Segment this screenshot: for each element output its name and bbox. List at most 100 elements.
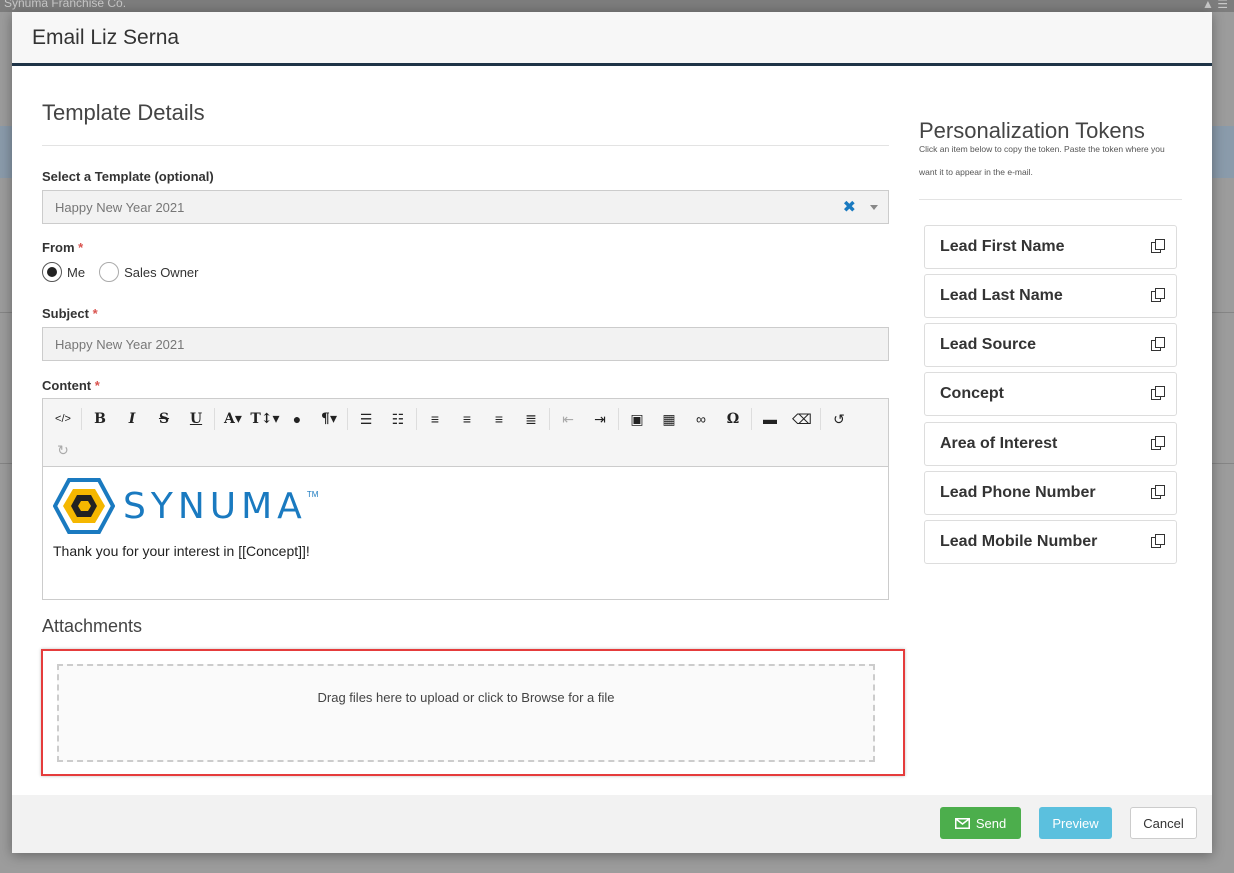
undo-icon[interactable]: ↺: [823, 405, 855, 433]
copy-icon: [1151, 485, 1165, 499]
send-button[interactable]: Send: [940, 807, 1021, 839]
template-select-value: Happy New Year 2021: [55, 199, 185, 215]
toolbar-separator: [549, 408, 550, 430]
special-characters-icon[interactable]: Ω: [717, 405, 749, 433]
from-me-label[interactable]: Me: [67, 265, 85, 280]
background-topbar: Synuma Franchise Co. ▲ ☰: [0, 0, 1234, 12]
modal-header: Email Liz Serna: [12, 12, 1212, 66]
logo-trademark: TM: [306, 489, 319, 499]
chevron-down-icon[interactable]: [870, 205, 878, 210]
italic-icon[interactable]: I: [116, 405, 148, 433]
underline-icon[interactable]: U: [180, 405, 212, 433]
required-marker: *: [92, 306, 98, 321]
insert-table-icon[interactable]: ▦: [653, 405, 685, 433]
strikethrough-icon[interactable]: S: [148, 405, 180, 433]
logo-wordmark: SYNUMA: [123, 485, 307, 527]
required-marker: *: [78, 240, 84, 255]
insert-link-icon[interactable]: ∞: [685, 405, 717, 433]
token-lead-source[interactable]: Lead Source: [924, 323, 1177, 367]
copy-icon: [1151, 337, 1165, 351]
editor-toolbar: </> B I S U A▾ T↕▾ ● ¶▾ ☰ ☷ ≡ ≡ ≡ ≣ ⇤ ⇥ …: [43, 399, 888, 467]
copy-icon: [1151, 386, 1165, 400]
modal-title: Email Liz Serna: [32, 25, 180, 49]
editor-content-area[interactable]: SYNUMA TM Thank you for your interest in …: [43, 467, 888, 599]
divider: [42, 145, 889, 146]
toolbar-separator: [820, 408, 821, 430]
copy-icon: [1151, 288, 1165, 302]
bold-icon[interactable]: B: [84, 405, 116, 433]
attachments-title: Attachments: [42, 616, 143, 636]
file-dropzone[interactable]: Drag files here to upload or click to Br…: [57, 664, 875, 762]
from-me-radio[interactable]: [42, 262, 62, 282]
token-label: Lead Source: [940, 336, 1037, 353]
cancel-button[interactable]: Cancel: [1130, 807, 1197, 839]
email-modal: Email Liz Serna Template Details Select …: [12, 12, 1212, 853]
background-alert-icon: ▲ ☰: [1202, 0, 1228, 11]
envelope-icon: [954, 817, 970, 829]
toolbar-row: </> B I S U A▾ T↕▾ ● ¶▾ ☰ ☷ ≡ ≡ ≡ ≣ ⇤ ⇥ …: [47, 404, 855, 434]
token-lead-phone-number[interactable]: Lead Phone Number: [924, 471, 1177, 515]
token-lead-mobile-number[interactable]: Lead Mobile Number: [924, 520, 1177, 564]
token-lead-first-name[interactable]: Lead First Name: [924, 225, 1177, 269]
token-lead-last-name[interactable]: Lead Last Name: [924, 274, 1177, 318]
token-label: Lead First Name: [940, 238, 1065, 255]
color-icon[interactable]: ●: [281, 405, 313, 433]
tokens-help-text: Click an item below to copy the token. P…: [919, 144, 1165, 177]
toolbar-separator: [347, 408, 348, 430]
token-area-of-interest[interactable]: Area of Interest: [924, 422, 1177, 466]
select-template-label: Select a Template (optional): [42, 169, 214, 184]
synuma-logo: SYNUMA TM: [53, 477, 878, 535]
preview-button[interactable]: Preview: [1039, 807, 1112, 839]
from-label-text: From: [42, 240, 75, 255]
token-label: Lead Phone Number: [940, 484, 1096, 501]
token-label: Area of Interest: [940, 435, 1058, 452]
font-family-icon[interactable]: A▾: [217, 405, 249, 433]
align-right-icon[interactable]: ≡: [483, 405, 515, 433]
subject-input[interactable]: Happy New Year 2021: [42, 327, 889, 361]
template-select[interactable]: Happy New Year 2021 ✖: [42, 190, 889, 224]
align-left-icon[interactable]: ≡: [419, 405, 451, 433]
background-brand: Synuma Franchise Co.: [4, 0, 127, 10]
from-sales-owner-label[interactable]: Sales Owner: [124, 265, 198, 280]
outdent-icon[interactable]: ⇤: [552, 405, 584, 433]
font-size-icon[interactable]: T↕▾: [249, 405, 281, 433]
ordered-list-icon[interactable]: ☷: [382, 405, 414, 433]
synuma-hexagon-icon: [53, 478, 115, 534]
toolbar-separator: [81, 408, 82, 430]
copy-icon: [1151, 239, 1165, 253]
toolbar-separator: [751, 408, 752, 430]
send-label: Send: [975, 815, 1007, 831]
paragraph-format-icon[interactable]: ¶▾: [313, 405, 345, 433]
code-view-icon[interactable]: </>: [47, 405, 79, 433]
divider: [919, 199, 1182, 200]
align-center-icon[interactable]: ≡: [451, 405, 483, 433]
token-label: Lead Last Name: [940, 287, 1063, 304]
attachments-highlight: Drag files here to upload or click to Br…: [41, 649, 905, 776]
unordered-list-icon[interactable]: ☰: [350, 405, 382, 433]
clear-icon[interactable]: ✖: [843, 197, 856, 217]
subject-label-text: Subject: [42, 306, 89, 321]
token-label: Lead Mobile Number: [940, 533, 1098, 550]
from-radio-group: Me Sales Owner: [42, 262, 212, 282]
horizontal-line-icon[interactable]: ▬: [754, 405, 786, 433]
editor-body-text: Thank you for your interest in [[Concept…: [53, 543, 310, 559]
from-sales-owner-radio[interactable]: [99, 262, 120, 282]
token-concept[interactable]: Concept: [924, 372, 1177, 416]
toolbar-separator: [214, 408, 215, 430]
clear-formatting-icon[interactable]: ⌫: [786, 405, 818, 433]
redo-icon[interactable]: ↻: [47, 436, 79, 464]
modal-footer: Send Preview Cancel: [12, 795, 1212, 853]
subject-label: Subject *: [42, 306, 98, 321]
insert-image-icon[interactable]: ▣: [621, 405, 653, 433]
copy-icon: [1151, 436, 1165, 450]
toolbar-separator: [618, 408, 619, 430]
indent-icon[interactable]: ⇥: [584, 405, 616, 433]
from-label: From *: [42, 240, 83, 255]
toolbar-row-2: ↻: [47, 435, 79, 465]
content-editor: </> B I S U A▾ T↕▾ ● ¶▾ ☰ ☷ ≡ ≡ ≡ ≣ ⇤ ⇥ …: [42, 398, 889, 600]
modal-body: Template Details Select a Template (opti…: [12, 66, 1212, 795]
content-label: Content *: [42, 378, 100, 393]
required-marker: *: [94, 378, 100, 393]
align-justify-icon[interactable]: ≣: [515, 405, 547, 433]
copy-icon: [1151, 534, 1165, 548]
